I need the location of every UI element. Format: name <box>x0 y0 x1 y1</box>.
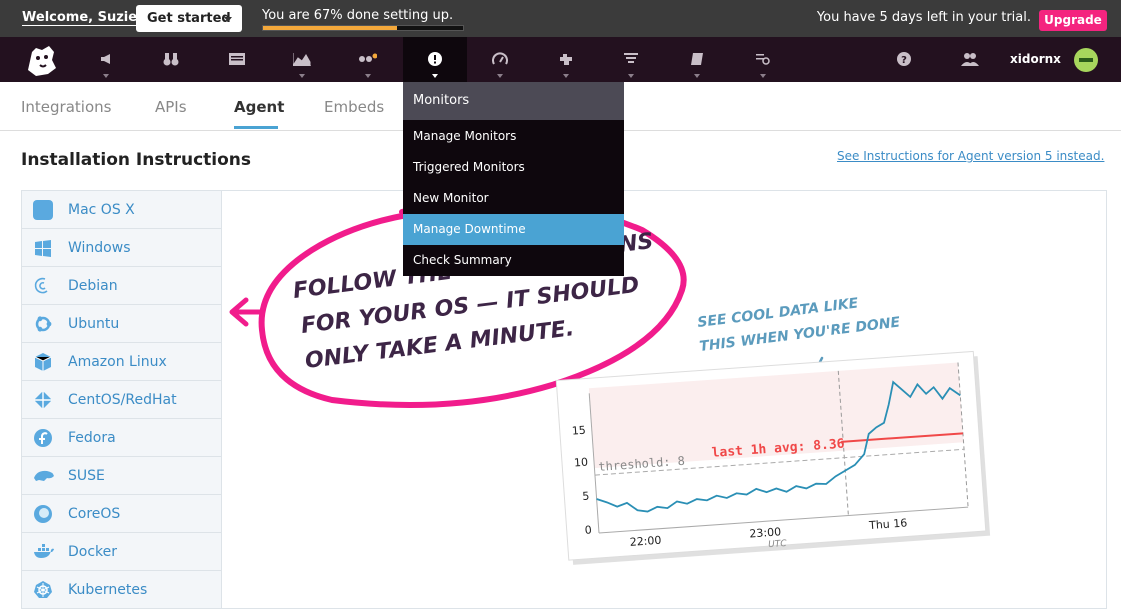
get-started-label: Get started <box>147 11 231 26</box>
menu-item-triggered-monitors[interactable]: Triggered Monitors <box>403 152 624 183</box>
dashboard-icon[interactable] <box>205 37 269 82</box>
main-nav: ? xidornx <box>0 37 1121 82</box>
os-item-suse[interactable]: SUSE <box>22 457 222 495</box>
os-item-coreos[interactable]: CoreOS <box>22 495 222 533</box>
announcement-icon[interactable] <box>74 37 138 82</box>
notebook-icon[interactable] <box>665 37 729 82</box>
os-label: Amazon Linux <box>68 354 167 370</box>
os-item-docker[interactable]: Docker <box>22 533 222 571</box>
chart-icon[interactable] <box>270 37 334 82</box>
welcome-text[interactable]: Welcome, Suzie! <box>22 10 143 26</box>
fedora-icon <box>33 428 53 448</box>
os-list: Mac OS X Windows Debian Ubuntu Amazon Li… <box>21 190 222 609</box>
menu-item-check-summary[interactable]: Check Summary <box>403 245 624 276</box>
os-label: Docker <box>68 544 118 560</box>
menu-item-manage-monitors[interactable]: Manage Monitors <box>403 121 624 152</box>
datadog-logo[interactable] <box>22 40 62 80</box>
windows-icon <box>33 238 53 258</box>
os-label: Mac OS X <box>68 202 135 218</box>
os-label: CentOS/RedHat <box>68 392 177 408</box>
trial-text: You have 5 days left in your trial. <box>816 10 1031 25</box>
help-icon[interactable]: ? <box>872 37 936 82</box>
apm-icon[interactable] <box>468 37 532 82</box>
os-label: CoreOS <box>68 506 121 522</box>
top-bar: Welcome, Suzie! Get started You are 67% … <box>0 0 1121 37</box>
active-tab-indicator <box>234 126 278 129</box>
y-tick-15: 15 <box>571 424 586 438</box>
os-label: Fedora <box>68 430 116 446</box>
binoculars-icon[interactable] <box>139 37 203 82</box>
ubuntu-icon <box>33 314 53 334</box>
os-item-centos[interactable]: CentOS/RedHat <box>22 381 222 419</box>
os-label: Ubuntu <box>68 316 120 332</box>
tab-agent[interactable]: Agent <box>234 98 284 116</box>
os-item-debian[interactable]: Debian <box>22 267 222 305</box>
synthetics-icon[interactable] <box>731 37 795 82</box>
sample-chart-card: 15 10 5 0 22:00 23:00 Thu 16 UTC thresho… <box>555 350 991 565</box>
hand-drawn-arrow <box>229 297 265 327</box>
x-tick-2300: 23:00 <box>749 525 782 540</box>
os-label: Kubernetes <box>68 582 148 598</box>
logs-icon[interactable] <box>599 37 663 82</box>
menu-item-manage-downtime[interactable]: Manage Downtime <box>403 214 624 245</box>
page-title: Installation Instructions <box>21 150 252 170</box>
setup-progress-fill <box>263 26 397 30</box>
setup-progress-text: You are 67% done setting up. <box>262 8 454 23</box>
centos-icon <box>33 390 53 410</box>
monitors-icon[interactable] <box>403 37 467 82</box>
svg-text:?: ? <box>901 55 907 66</box>
menu-item-new-monitor[interactable]: New Monitor <box>403 183 624 214</box>
apple-finder-icon <box>33 200 53 220</box>
y-tick-0: 0 <box>584 523 592 536</box>
avatar[interactable] <box>1074 48 1098 72</box>
monitors-dropdown-menu: Monitors Manage Monitors Triggered Monit… <box>403 82 624 276</box>
utc-label: UTC <box>768 539 788 550</box>
tab-apis[interactable]: APIs <box>155 98 187 116</box>
y-tick-10: 10 <box>574 456 589 470</box>
amazon-cube-icon <box>33 352 53 372</box>
setup-progress-bar <box>262 25 464 31</box>
y-tick-5: 5 <box>582 490 590 503</box>
coreos-icon <box>33 504 53 524</box>
onboarding-illustration: FOLLOW THE NS FOR YOUR OS — IT SHOULD ON… <box>229 196 991 565</box>
debian-icon <box>33 276 53 296</box>
os-item-amazon-linux[interactable]: Amazon Linux <box>22 343 222 381</box>
suse-chameleon-icon <box>33 466 54 486</box>
integrations-icon[interactable] <box>534 37 598 82</box>
tab-embeds[interactable]: Embeds <box>324 98 384 116</box>
infrastructure-icon[interactable] <box>336 37 400 82</box>
team-icon[interactable] <box>938 37 1002 82</box>
os-label: Windows <box>68 240 131 256</box>
os-item-macos[interactable]: Mac OS X <box>22 191 222 229</box>
chevron-down-icon <box>224 17 232 22</box>
os-label: Debian <box>68 278 118 294</box>
os-item-fedora[interactable]: Fedora <box>22 419 222 457</box>
user-name[interactable]: xidornx <box>1010 52 1061 66</box>
menu-header[interactable]: Monitors <box>403 82 624 120</box>
tab-integrations[interactable]: Integrations <box>21 98 111 116</box>
x-tick-2200: 22:00 <box>629 534 662 549</box>
os-label: SUSE <box>68 468 105 484</box>
agent-v5-instructions-link[interactable]: See Instructions for Agent version 5 ins… <box>837 149 1104 163</box>
os-item-ubuntu[interactable]: Ubuntu <box>22 305 222 343</box>
docker-whale-icon <box>33 542 54 562</box>
kubernetes-icon <box>33 580 53 600</box>
get-started-dropdown[interactable]: Get started <box>136 5 242 32</box>
upgrade-button[interactable]: Upgrade <box>1039 10 1107 31</box>
x-tick-thu16: Thu 16 <box>868 516 908 532</box>
os-item-kubernetes[interactable]: Kubernetes <box>22 571 222 609</box>
os-item-windows[interactable]: Windows <box>22 229 222 267</box>
